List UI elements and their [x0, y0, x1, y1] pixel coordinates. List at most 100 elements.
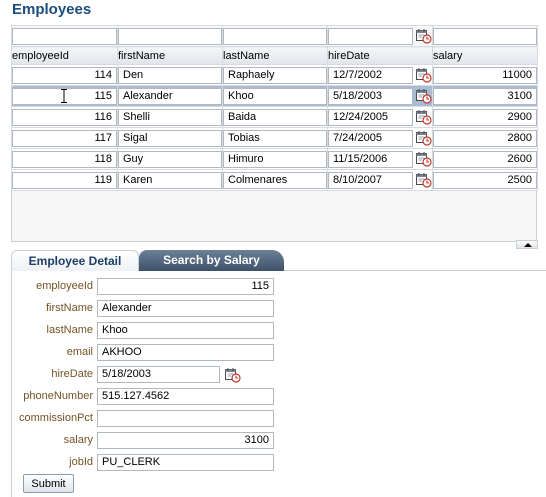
date-cell: 12/7/2002 — [328, 66, 432, 84]
calendar-clock-icon[interactable] — [415, 28, 432, 44]
table-cell: 8/10/2007 — [327, 169, 433, 191]
detail-tabbar: Employee Detail Search by Salary — [11, 250, 546, 271]
table-cell: 2600 — [432, 148, 538, 170]
cell-firstName[interactable]: Guy — [118, 150, 222, 168]
cell-firstName[interactable]: Sigal — [118, 129, 222, 147]
filter-input-employeeId[interactable] — [12, 28, 117, 45]
hireDate-field[interactable]: 5/18/2003 — [97, 366, 220, 383]
table-cell: Khoo — [222, 85, 328, 107]
filter-input-lastName[interactable] — [223, 28, 327, 45]
table-cell: Shelli — [117, 106, 223, 128]
filter-cell — [327, 25, 433, 47]
table-cell: 11000 — [432, 64, 538, 86]
cell-lastName[interactable]: Himuro — [223, 150, 327, 168]
form-row-jobId: jobId PU_CLERK — [12, 454, 312, 472]
cell-lastName[interactable]: Raphaely — [223, 66, 327, 84]
filter-input-salary[interactable] — [433, 28, 537, 45]
salary-field[interactable]: 3100 — [97, 432, 274, 449]
label-commissionPct: commissionPct — [19, 412, 93, 424]
table-row[interactable]: 117 Sigal Tobias 7/24/2005 2800 — [11, 127, 538, 149]
cell-hireDate[interactable]: 8/10/2007 — [328, 171, 413, 189]
label-hireDate: hireDate — [51, 368, 93, 380]
table-row[interactable]: 115 Alexander Khoo 5/18/2003 3100 — [11, 85, 538, 107]
cell-hireDate[interactable]: 5/18/2003 — [328, 87, 413, 105]
cell-salary[interactable]: 2900 — [433, 108, 537, 126]
calendar-clock-icon[interactable] — [415, 67, 432, 83]
cell-lastName[interactable]: Baida — [223, 108, 327, 126]
phoneNumber-field[interactable]: 515.127.4562 — [97, 388, 274, 405]
table-cell: 11/15/2006 — [327, 148, 433, 170]
cell-firstName[interactable]: Karen — [118, 171, 222, 189]
submit-button[interactable]: Submit — [23, 474, 74, 493]
cell-firstName[interactable]: Shelli — [118, 108, 222, 126]
label-phoneNumber: phoneNumber — [23, 390, 93, 402]
calendar-clock-icon[interactable] — [415, 88, 432, 104]
calendar-clock-icon[interactable] — [224, 367, 241, 383]
filter-input-hireDate[interactable] — [328, 28, 413, 45]
header-row: employeeId firstName lastName hireDate salar… — [11, 46, 538, 65]
table-cell: 12/24/2005 — [327, 106, 433, 128]
table-cell: Alexander — [117, 85, 223, 107]
table-cell: 12/7/2002 — [327, 64, 433, 86]
cell-hireDate[interactable]: 12/24/2005 — [328, 108, 413, 126]
table-row[interactable]: 118 Guy Himuro 11/15/2006 2600 — [11, 148, 538, 170]
tab-employee-detail[interactable]: Employee Detail — [11, 250, 139, 271]
tab-search-by-salary[interactable]: Search by Salary — [139, 250, 284, 271]
table-cell: Sigal — [117, 127, 223, 149]
form-row-email: email AKHOO — [12, 344, 312, 362]
cell-hireDate[interactable]: 11/15/2006 — [328, 150, 413, 168]
table-cell: Baida — [222, 106, 328, 128]
cell-salary[interactable]: 2500 — [433, 171, 537, 189]
cell-employeeId[interactable]: 119 — [12, 171, 117, 189]
cell-hireDate[interactable]: 12/7/2002 — [328, 66, 413, 84]
cell-firstName[interactable]: Den — [118, 66, 222, 84]
table-row[interactable]: 119 Karen Colmenares 8/10/2007 2500 — [11, 169, 538, 191]
form-row-commissionPct: commissionPct — [12, 410, 312, 428]
label-salary: salary — [63, 434, 93, 446]
email-field[interactable]: AKHOO — [97, 344, 274, 361]
column-header-salary[interactable]: salary — [432, 46, 538, 65]
cell-firstName[interactable]: Alexander — [118, 87, 222, 105]
cell-lastName[interactable]: Khoo — [223, 87, 327, 105]
column-header-lastName[interactable]: lastName — [222, 46, 328, 65]
cell-salary[interactable]: 11000 — [433, 66, 537, 84]
column-header-employeeId[interactable]: employeeId — [11, 46, 118, 65]
form-row-phoneNumber: phoneNumber 515.127.4562 — [12, 388, 312, 406]
column-header-firstName[interactable]: firstName — [117, 46, 223, 65]
cell-lastName[interactable]: Tobias — [223, 129, 327, 147]
cell-hireDate[interactable]: 7/24/2005 — [328, 129, 413, 147]
employee-detail-form: Submit employeeId 115 firstName Alexander la… — [11, 271, 546, 497]
employeeId-field[interactable]: 115 — [97, 278, 274, 295]
filter-cell — [117, 25, 223, 47]
calendar-clock-icon[interactable] — [415, 151, 432, 167]
cell-lastName[interactable]: Colmenares — [223, 171, 327, 189]
cell-employeeId[interactable]: 117 — [12, 129, 117, 147]
text-cursor-icon — [61, 89, 67, 103]
table-row[interactable]: 114 Den Raphaely 12/7/2002 11000 — [11, 64, 538, 86]
form-row-employeeId: employeeId 115 — [12, 278, 312, 296]
filter-cell — [432, 25, 538, 47]
calendar-clock-icon[interactable] — [415, 109, 432, 125]
page-title: Employees — [12, 1, 92, 18]
scroll-up-button[interactable] — [516, 240, 538, 249]
cell-employeeId[interactable]: 114 — [12, 66, 117, 84]
cell-salary[interactable]: 2800 — [433, 129, 537, 147]
table-cell: Karen — [117, 169, 223, 191]
table-cell: 119 — [11, 169, 118, 191]
column-header-hireDate[interactable]: hireDate — [327, 46, 433, 65]
cell-employeeId[interactable]: 116 — [12, 108, 117, 126]
table-row[interactable]: 116 Shelli Baida 12/24/2005 2900 — [11, 106, 538, 128]
jobId-field[interactable]: PU_CLERK — [97, 454, 274, 471]
filter-input-firstName[interactable] — [118, 28, 222, 45]
table-cell: Colmenares — [222, 169, 328, 191]
firstName-field[interactable]: Alexander — [97, 300, 274, 317]
table-cell: 117 — [11, 127, 118, 149]
lastName-field[interactable]: Khoo — [97, 322, 274, 339]
table-cell: Himuro — [222, 148, 328, 170]
cell-employeeId[interactable]: 118 — [12, 150, 117, 168]
calendar-clock-icon[interactable] — [415, 130, 432, 146]
cell-salary[interactable]: 3100 — [433, 87, 537, 105]
cell-salary[interactable]: 2600 — [433, 150, 537, 168]
calendar-clock-icon[interactable] — [415, 172, 432, 188]
commissionPct-field[interactable] — [97, 410, 274, 427]
